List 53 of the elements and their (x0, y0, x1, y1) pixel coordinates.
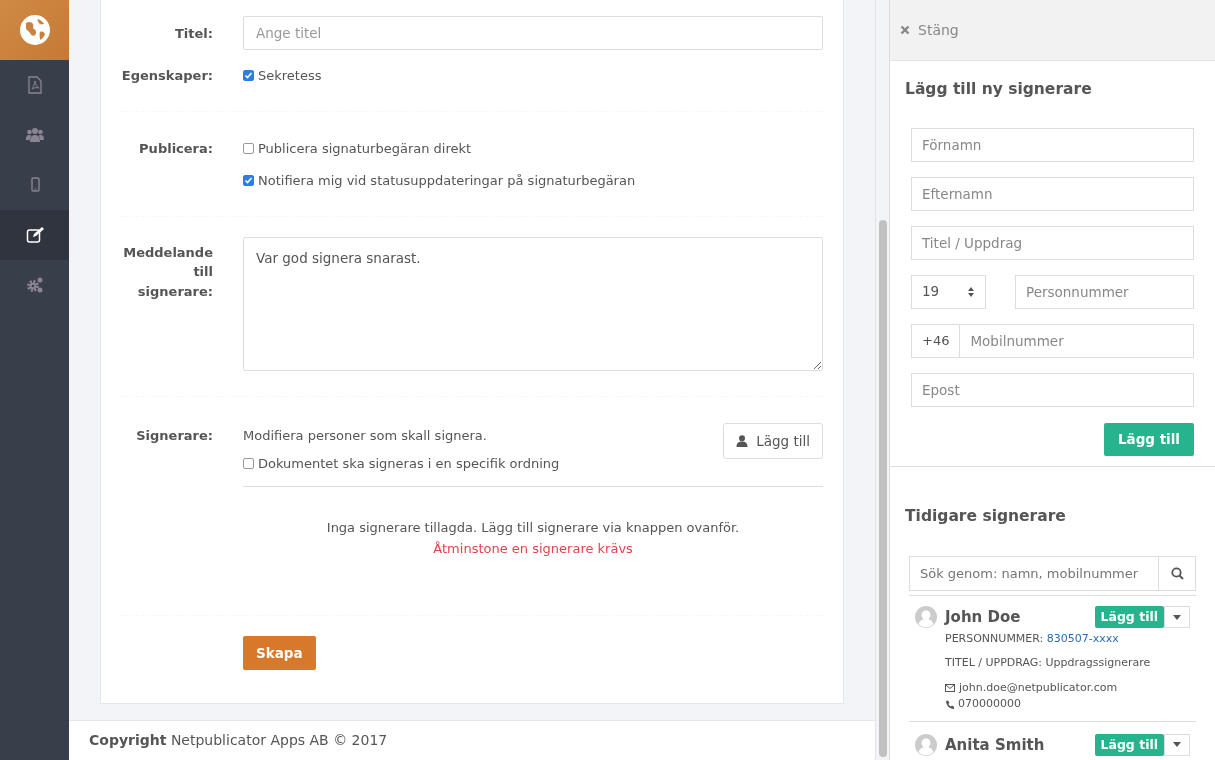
personal-number-field[interactable]: Personnummer (1015, 274, 1194, 309)
checkbox-option[interactable]: Dokumentet ska signeras i en specifik ordning (243, 453, 560, 473)
field-label: Titel: (174, 25, 213, 43)
caret-icon (1173, 742, 1181, 748)
empty-message: Inga signerare tillagda. Lägg till signerare via knappen ovanför. (326, 520, 740, 535)
avatar-icon (915, 733, 937, 756)
email-field[interactable]: Epost (911, 372, 1194, 407)
field-label: Egenskaper: (121, 67, 213, 85)
search-icon (1170, 567, 1184, 581)
checkmark-icon (244, 71, 253, 81)
checkbox-option[interactable]: Notifiera mig vid statusuppdateringar på signaturbegäran (243, 171, 823, 191)
users-icon[interactable] (25, 126, 44, 144)
globe-logo (17, 13, 52, 47)
search-field[interactable]: Sök genom: namn, mobilnummer (909, 556, 1158, 592)
century-select[interactable]: 19 (911, 274, 986, 309)
checkmark-icon (244, 176, 253, 186)
pdf-file-icon[interactable] (25, 76, 44, 94)
section-heading: Lägg till ny signerare (905, 80, 1093, 99)
first-name-field[interactable]: Förnamn (911, 127, 1194, 162)
required-message: Åtminstone en signerare krävs (433, 541, 633, 556)
signer-name: Anita Smith (945, 734, 1045, 756)
mobile-field[interactable]: Mobilnummer (959, 323, 1194, 358)
checkbox-option[interactable]: Publicera signaturbegäran direkt (243, 138, 823, 158)
field-label: Signerare: (135, 427, 213, 445)
edit-icon[interactable] (25, 226, 44, 244)
checkbox-option[interactable]: Sekretess (243, 66, 823, 86)
message-field[interactable]: Var god signera snarast. (243, 236, 823, 371)
spinner-icon (967, 285, 975, 298)
phone-text: 070000000 (958, 696, 1021, 713)
personnummer-text: PERSONNUMMER: 830507-xxxx (945, 630, 1120, 647)
field-label: Meddelande till signerare: (122, 243, 213, 301)
add-signer-button[interactable]: Lägg till (723, 423, 823, 460)
avatar-icon (915, 606, 937, 629)
title-field[interactable]: Ange titel (243, 16, 823, 50)
user-icon (736, 435, 749, 448)
title-text: TITEL / UPPDRAG: Uppdragssignerare (945, 655, 1152, 672)
copyright-text: Copyright Netpublicator Apps AB © 2017 (89, 731, 388, 750)
signer-name: John Doe (945, 607, 1021, 629)
scrollbar[interactable] (875, 0, 889, 760)
dropdown-toggle-button[interactable] (1164, 606, 1190, 629)
search-button[interactable] (1158, 556, 1196, 592)
caret-icon (1173, 614, 1181, 620)
cogs-icon[interactable] (25, 276, 44, 294)
signers-description: Modifiera personer som skall signera. (243, 427, 488, 445)
section-heading: Tidigare signerare (905, 506, 1067, 526)
email-text: john.doe@netpublicator.com (959, 679, 1118, 696)
phone-icon (945, 699, 954, 709)
last-name-field[interactable]: Efternamn (911, 176, 1194, 211)
close-icon (900, 25, 910, 35)
envelope-icon (945, 683, 955, 692)
title-field[interactable]: Titel / Uppdrag (911, 225, 1194, 260)
dropdown-toggle-button[interactable] (1164, 733, 1190, 756)
field-label: Publicera: (138, 139, 213, 158)
